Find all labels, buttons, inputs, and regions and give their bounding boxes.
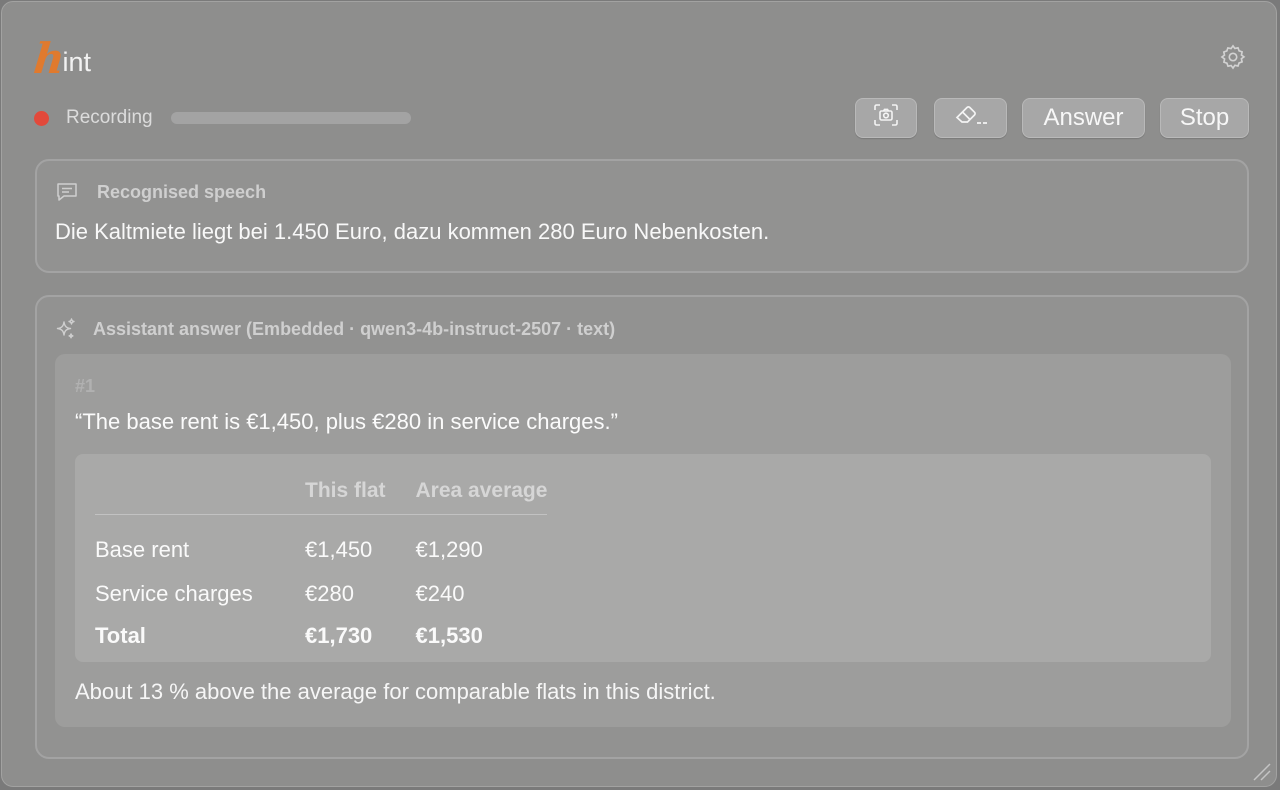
recognised-speech-panel: Recognised speech Die Kaltmiete liegt be… — [35, 159, 1249, 273]
table-cell: Total — [95, 623, 146, 648]
logo-text: int — [62, 47, 92, 77]
recording-indicator-dot — [34, 110, 49, 126]
answer-card: #1 “The base rent is €1,450, plus €280 i… — [55, 354, 1231, 727]
table-cell: Base rent — [95, 537, 190, 562]
table-cell: Service charges — [95, 581, 253, 606]
screenshot-button[interactable] — [855, 98, 917, 138]
table-cell: €1,530 — [415, 623, 483, 648]
answer-quote: “The base rent is €1,450, plus €280 in s… — [75, 409, 618, 434]
answer-panel-header: Assistant answer (Embedded · qwen3-4b-in… — [55, 317, 615, 341]
answer-number: #1 — [75, 376, 96, 396]
eraser-icon — [953, 102, 989, 135]
clear-button[interactable] — [934, 98, 1007, 138]
app-logo: h int — [31, 32, 92, 83]
recognised-speech-text: Die Kaltmiete liegt bei 1.450 Euro, dazu… — [55, 219, 770, 244]
answer-footnote: About 13 % above the average for compara… — [75, 679, 716, 704]
table-header-cell: This flat — [305, 468, 416, 515]
answer-button[interactable]: Answer — [1022, 98, 1145, 138]
table-row: Service charges €280 €240 — [95, 573, 547, 615]
rent-comparison-table: This flat Area average Base rent €1,450 … — [95, 468, 548, 657]
table-header-cell — [95, 468, 305, 515]
speech-panel-header: Recognised speech — [55, 181, 266, 203]
table-cell: €1,450 — [305, 537, 373, 562]
audio-level-meter — [170, 112, 411, 124]
resize-handle[interactable] — [1250, 760, 1272, 782]
speech-bubble-icon — [55, 181, 79, 203]
table-cell: €240 — [415, 581, 465, 606]
stop-button[interactable]: Stop — [1160, 98, 1249, 138]
table-header-row: This flat Area average — [95, 468, 548, 515]
speech-panel-title: Recognised speech — [97, 181, 267, 202]
sparkle-icon — [55, 317, 77, 341]
table-row-total: Total €1,730 €1,530 — [95, 615, 547, 657]
table-cell: €1,730 — [305, 623, 373, 648]
gear-icon[interactable] — [1217, 41, 1249, 73]
camera-screenshot-icon — [873, 103, 899, 134]
recording-label: Recording — [66, 107, 153, 128]
recording-status: Recording — [34, 102, 411, 134]
comparison-table-container: This flat Area average Base rent €1,450 … — [75, 454, 1211, 662]
table-header-cell: Area average — [415, 468, 548, 515]
table-cell: €280 — [305, 581, 354, 606]
answer-panel-title: Assistant answer (Embedded · qwen3-4b-in… — [93, 318, 616, 339]
logo-initial: h — [31, 34, 68, 83]
assistant-answer-panel: Assistant answer (Embedded · qwen3-4b-in… — [35, 295, 1249, 759]
table-cell: €1,290 — [415, 537, 483, 562]
table-row: Base rent €1,450 €1,290 — [95, 515, 547, 574]
hint-window: h int Recording Answer Stop Recognised s… — [1, 1, 1277, 787]
